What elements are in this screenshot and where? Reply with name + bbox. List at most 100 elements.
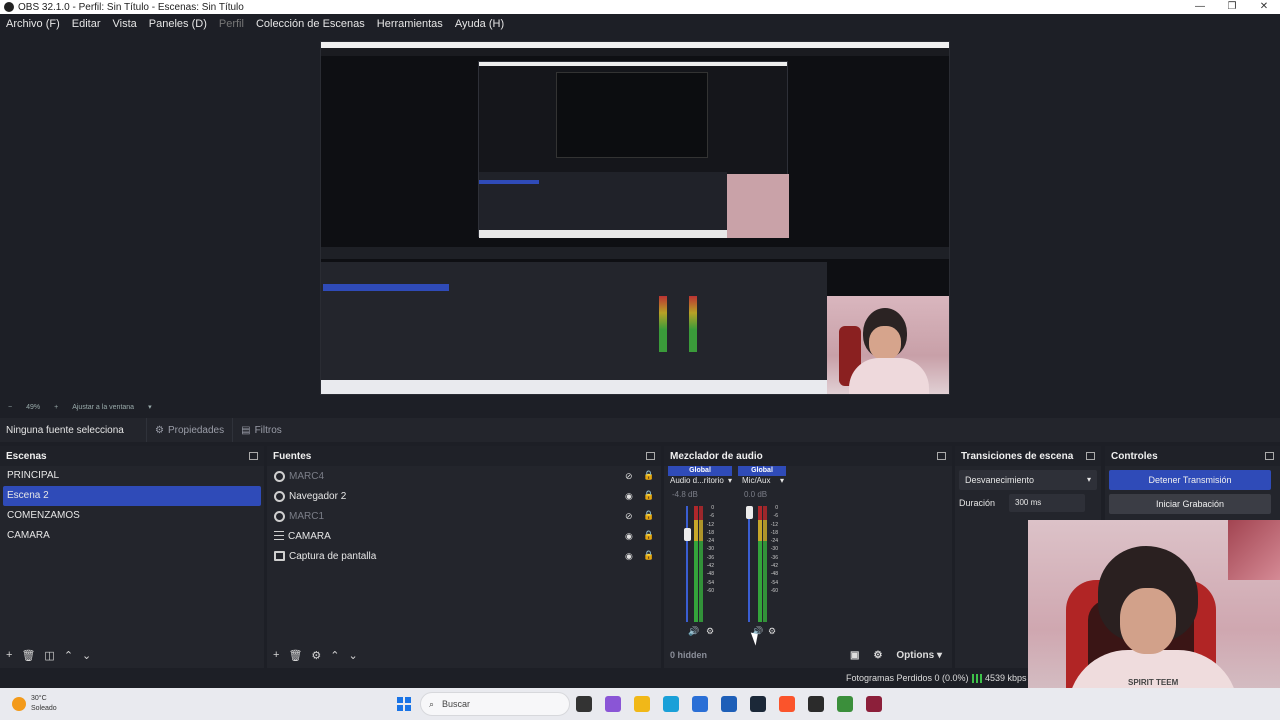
taskbar-search[interactable]: ⌕ Buscar [420,692,570,716]
eye-icon[interactable]: ◉ [625,551,635,561]
add-scene-icon[interactable]: + [6,649,12,661]
source-label: Navegador 2 [289,490,347,502]
scenes-dock: Escenas PRINCIPAL Escena 2 COMENZAMOS CA… [0,446,264,668]
weather-text: 30°C Soleado [31,694,57,714]
menu-ayuda[interactable]: Ayuda (H) [449,18,510,30]
scene-item-principal[interactable]: PRINCIPAL [0,466,264,486]
scene-item-camara[interactable]: CAMARA [0,526,264,546]
move-up-icon[interactable]: ⌃ [64,649,73,662]
move-up-icon[interactable]: ⌃ [330,649,339,662]
controls-title: Controles [1111,450,1158,462]
zoom-in-button[interactable]: + [54,404,58,411]
scene-filter-icon[interactable]: ◫ [44,649,54,662]
store-icon[interactable] [692,696,708,712]
add-source-icon[interactable]: + [273,649,279,661]
undock-icon[interactable] [1086,452,1095,460]
source-item[interactable]: MARC1 ⊘ 🔒 [267,506,661,526]
menu-coleccion-escenas[interactable]: Colección de Escenas [250,18,371,30]
chevron-down-icon[interactable]: ▾ [728,476,732,485]
windows-taskbar: 30°C Soleado ⌕ Buscar [0,688,1280,720]
shirt-text: SPIRIT TEEM [1128,678,1179,687]
undock-icon[interactable] [1265,452,1274,460]
program-preview[interactable] [320,41,950,395]
volume-slider-handle[interactable] [684,528,691,541]
move-down-icon[interactable]: ⌄ [82,649,91,662]
trash-icon[interactable]: 🗑 [288,649,302,662]
move-down-icon[interactable]: ⌄ [349,649,358,662]
speaker-icon[interactable]: 🔊 [688,626,699,637]
transition-select[interactable]: Desvanecimiento ▾ [959,470,1097,490]
undock-icon[interactable] [249,452,258,460]
lock-icon[interactable]: 🔒 [643,550,654,561]
advanced-audio-icon[interactable]: ⚙ [873,650,882,661]
source-item[interactable]: CAMARA ◉ 🔒 [267,526,661,546]
close-icon[interactable]: ✕ [1248,0,1280,14]
db-scale: 0 -6 -12 -18 -24 -30 -36 -42 -48 -54 -60 [706,505,714,594]
gear-icon[interactable]: ⚙ [768,626,776,637]
gear-icon[interactable]: ⚙ [706,626,714,637]
eye-icon[interactable]: ◉ [625,491,635,501]
weather-condition: Soleado [31,705,57,712]
edge-icon[interactable] [663,696,679,712]
dropped-frames: Fotogramas Perdidos 0 (0.0%) [846,673,969,683]
lock-icon[interactable]: 🔒 [643,530,654,541]
properties-button[interactable]: ⚙ Propiedades [146,418,232,442]
undock-icon[interactable] [646,452,655,460]
duration-input[interactable]: 300 ms [1009,494,1085,512]
start-record-button[interactable]: Iniciar Grabación [1109,494,1271,514]
layout-icon[interactable]: ▣ [850,650,859,661]
zoom-fit-select[interactable]: Ajustar a la ventana [72,404,134,411]
temperature: 30°C [31,695,47,702]
brave-icon[interactable] [779,696,795,712]
trash-icon[interactable]: 🗑 [21,649,35,662]
scene-item-escena-2[interactable]: Escena 2 [3,486,261,506]
eye-hidden-icon[interactable]: ⊘ [625,511,635,521]
lock-icon[interactable]: 🔒 [643,470,654,481]
chevron-down-icon[interactable]: ▾ [148,403,152,411]
source-item[interactable]: Captura de pantalla ◉ 🔒 [267,546,661,566]
app-icon[interactable] [837,696,853,712]
menu-vista[interactable]: Vista [107,18,143,30]
outlook-icon[interactable] [721,696,737,712]
steam-icon[interactable] [750,696,766,712]
obs-icon[interactable] [808,696,824,712]
nested-docks [321,262,827,380]
sources-dock: Fuentes MARC4 ⊘ 🔒 Navegador 2 ◉ 🔒 MARC1 … [267,446,661,668]
menu-editar[interactable]: Editar [66,18,107,30]
file-explorer-icon[interactable] [634,696,650,712]
windows-start-icon[interactable] [397,697,411,711]
lock-icon[interactable]: 🔒 [643,510,654,521]
weather-widget[interactable]: 30°C Soleado [12,694,57,714]
maximize-icon[interactable]: ❐ [1216,0,1248,14]
gear-icon[interactable]: ⚙ [311,649,321,662]
zoom-out-button[interactable]: − [8,404,12,411]
volume-slider-handle[interactable] [746,506,753,519]
undock-icon[interactable] [937,452,946,460]
volume-slider[interactable] [748,506,750,622]
sources-title: Fuentes [273,450,312,462]
source-item[interactable]: MARC4 ⊘ 🔒 [267,466,661,486]
widgets-icon[interactable] [605,696,621,712]
monitor-icon [274,551,285,561]
channel-name[interactable]: Audio d...ritorio [670,476,724,485]
options-button[interactable]: Options ▾ [896,650,942,661]
source-item[interactable]: Navegador 2 ◉ 🔒 [267,486,661,506]
eye-icon[interactable]: ◉ [625,531,635,541]
menu-herramientas[interactable]: Herramientas [371,18,449,30]
channel-name[interactable]: Mic/Aux [742,476,770,485]
app-icon[interactable] [866,696,882,712]
nested-inner-webcam [727,174,789,238]
filters-button[interactable]: ▤ Filtros [232,418,290,442]
minimize-icon[interactable]: — [1184,0,1216,14]
stop-stream-button[interactable]: Detener Transmisión [1109,470,1271,490]
eye-hidden-icon[interactable]: ⊘ [625,471,635,481]
task-view-icon[interactable] [576,696,592,712]
chevron-down-icon[interactable]: ▾ [780,476,784,485]
volume-slider[interactable] [686,506,688,622]
lock-icon[interactable]: 🔒 [643,490,654,501]
menu-paneles[interactable]: Paneles (D) [143,18,213,30]
scene-item-comenzamos[interactable]: COMENZAMOS [0,506,264,526]
menu-bar: Archivo (F) Editar Vista Paneles (D) Per… [0,14,1280,34]
menu-archivo[interactable]: Archivo (F) [0,18,66,30]
menu-perfil[interactable]: Perfil [213,18,250,30]
